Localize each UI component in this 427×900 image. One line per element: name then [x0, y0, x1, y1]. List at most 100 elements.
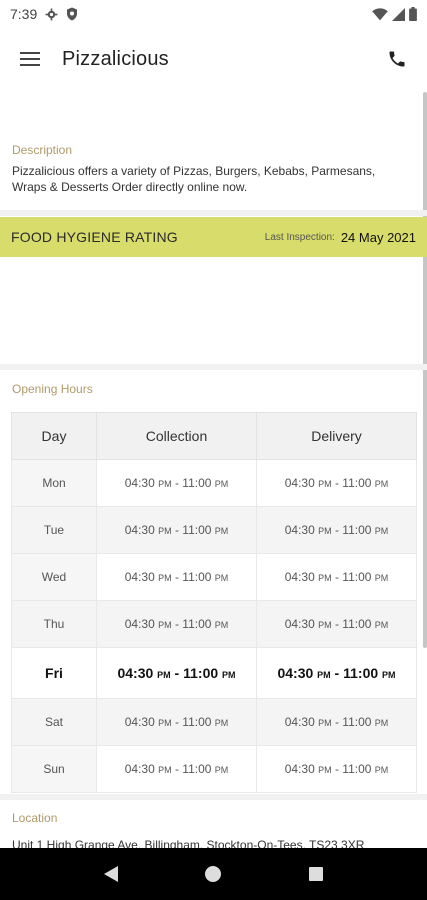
collection-hours-cell: 04:30 PM - 11:00 PM: [96, 745, 257, 793]
pm-label: PM: [318, 479, 332, 489]
header-delivery: Delivery: [256, 412, 417, 460]
pm-label: PM: [214, 526, 229, 536]
pm-label: PM: [158, 573, 172, 583]
time-separator: -: [331, 715, 343, 729]
last-inspection: Last Inspection: 24 May 2021: [265, 230, 416, 245]
close-time: 11:00: [183, 665, 219, 681]
close-time: 11:00: [343, 665, 379, 681]
pm-label: PM: [374, 526, 389, 536]
divider: [0, 794, 427, 800]
table-row: Wed 04:30 PM - 11:00 PM 04:30 PM - 11:00 P…: [11, 553, 417, 601]
table-row: Tue 04:30 PM - 11:00 PM 04:30 PM - 11:00 P…: [11, 506, 417, 554]
open-time: 04:30: [284, 523, 315, 537]
table-row: Sun 04:30 PM - 11:00 PM 04:30 PM - 11:00 P…: [11, 745, 417, 793]
pm-label: PM: [318, 765, 332, 775]
close-time: 11:00: [342, 715, 372, 729]
header-day: Day: [11, 412, 97, 460]
time-separator: -: [171, 715, 183, 729]
pm-label: PM: [318, 573, 332, 583]
open-time: 04:30: [117, 665, 154, 681]
gear-icon: [45, 8, 58, 20]
menu-icon[interactable]: [20, 51, 40, 67]
app-bar: Pizzalicious: [0, 28, 427, 90]
pm-label: PM: [374, 620, 389, 630]
pm-label: PM: [158, 620, 172, 630]
open-time: 04:30: [284, 715, 315, 729]
header-collection: Collection: [96, 412, 257, 460]
status-bar: 7:39: [0, 0, 427, 28]
opening-hours-table: Day Collection Delivery Mon 04:30 PM - 11…: [11, 412, 417, 793]
pm-label: PM: [374, 718, 389, 728]
delivery-hours-cell: 04:30 PM - 11:00 PM: [256, 647, 417, 699]
close-time: 11:00: [342, 523, 372, 537]
pm-label: PM: [374, 765, 389, 775]
pm-label: PM: [214, 573, 229, 583]
pm-label: PM: [318, 526, 332, 536]
pm-label: PM: [214, 765, 229, 775]
day-cell: Sun: [11, 745, 97, 793]
pm-label: PM: [158, 526, 172, 536]
close-time: 11:00: [342, 762, 372, 776]
delivery-hours-cell: 04:30 PM - 11:00 PM: [256, 506, 417, 554]
pm-label: PM: [374, 573, 389, 583]
navigation-bar: [0, 848, 427, 900]
close-time: 11:00: [182, 570, 212, 584]
delivery-hours-cell: 04:30 PM - 11:00 PM: [256, 745, 417, 793]
inspection-label: Last Inspection:: [264, 231, 335, 243]
collection-hours-cell: 04:30 PM - 11:00 PM: [96, 698, 257, 746]
hygiene-label: FOOD HYGIENE RATING: [11, 229, 178, 245]
day-cell: Thu: [11, 600, 97, 648]
location-label: Location: [12, 811, 58, 825]
close-time: 11:00: [342, 476, 372, 490]
hygiene-rating-bar: FOOD HYGIENE RATING Last Inspection: 24 …: [0, 217, 427, 257]
back-icon[interactable]: [103, 865, 119, 883]
open-time: 04:30: [124, 762, 155, 776]
time-separator: -: [171, 570, 183, 584]
close-time: 11:00: [182, 715, 212, 729]
pm-label: PM: [158, 479, 172, 489]
day-cell: Tue: [11, 506, 97, 554]
open-time: 04:30: [124, 570, 155, 584]
phone-icon[interactable]: [387, 49, 407, 69]
table-row: Fri 04:30 PM - 11:00 PM 04:30 PM - 11:00 P…: [11, 647, 417, 699]
wifi-icon: [372, 7, 388, 20]
scrollbar[interactable]: [423, 92, 427, 648]
table-row: Thu 04:30 PM - 11:00 PM 04:30 PM - 11:00 P…: [11, 600, 417, 648]
day-cell: Fri: [11, 647, 97, 699]
collection-hours-cell: 04:30 PM - 11:00 PM: [96, 600, 257, 648]
time-separator: -: [331, 617, 343, 631]
collection-hours-cell: 04:30 PM - 11:00 PM: [96, 459, 257, 507]
divider: [0, 364, 427, 370]
open-time: 04:30: [124, 715, 155, 729]
app-title: Pizzalicious: [62, 47, 169, 70]
home-icon[interactable]: [204, 865, 222, 883]
time-separator: -: [331, 476, 343, 490]
pm-label: PM: [214, 620, 229, 630]
close-time: 11:00: [342, 617, 372, 631]
shield-icon: [67, 7, 78, 21]
close-time: 11:00: [182, 523, 212, 537]
pm-label: PM: [222, 670, 236, 680]
delivery-hours-cell: 04:30 PM - 11:00 PM: [256, 553, 417, 601]
collection-hours-cell: 04:30 PM - 11:00 PM: [96, 553, 257, 601]
open-time: 04:30: [284, 570, 315, 584]
open-time: 04:30: [124, 476, 155, 490]
recents-icon[interactable]: [308, 866, 324, 882]
close-time: 11:00: [182, 617, 212, 631]
table-header-row: Day Collection Delivery: [11, 412, 417, 460]
open-time: 04:30: [124, 523, 155, 537]
collection-hours-cell: 04:30 PM - 11:00 PM: [96, 647, 257, 699]
open-time: 04:30: [284, 762, 315, 776]
time-separator: -: [170, 665, 184, 681]
pm-label: PM: [318, 620, 332, 630]
open-time: 04:30: [277, 665, 314, 681]
battery-icon: [409, 7, 417, 21]
divider: [0, 210, 427, 216]
time-separator: -: [331, 570, 343, 584]
delivery-hours-cell: 04:30 PM - 11:00 PM: [256, 600, 417, 648]
open-time: 04:30: [284, 617, 315, 631]
opening-hours-label: Opening Hours: [12, 382, 93, 396]
pm-label: PM: [158, 765, 172, 775]
pm-label: PM: [318, 718, 332, 728]
time-separator: -: [171, 523, 183, 537]
